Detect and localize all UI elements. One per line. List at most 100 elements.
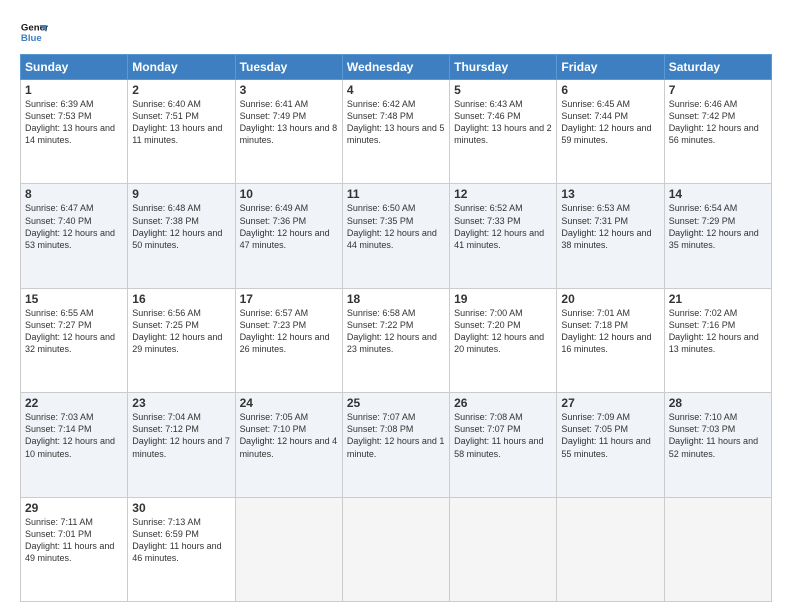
day-info: Sunrise: 6:50 AMSunset: 7:35 PMDaylight:… (347, 202, 445, 251)
day-number: 16 (132, 292, 230, 306)
day-number: 5 (454, 83, 552, 97)
calendar-cell: 7Sunrise: 6:46 AMSunset: 7:42 PMDaylight… (664, 80, 771, 184)
calendar-cell: 9Sunrise: 6:48 AMSunset: 7:38 PMDaylight… (128, 184, 235, 288)
calendar-week-row: 22Sunrise: 7:03 AMSunset: 7:14 PMDayligh… (21, 393, 772, 497)
day-number: 25 (347, 396, 445, 410)
calendar-table: SundayMondayTuesdayWednesdayThursdayFrid… (20, 54, 772, 602)
day-info: Sunrise: 6:42 AMSunset: 7:48 PMDaylight:… (347, 98, 445, 147)
calendar-cell: 6Sunrise: 6:45 AMSunset: 7:44 PMDaylight… (557, 80, 664, 184)
calendar-cell: 30Sunrise: 7:13 AMSunset: 6:59 PMDayligh… (128, 497, 235, 601)
calendar-cell: 20Sunrise: 7:01 AMSunset: 7:18 PMDayligh… (557, 288, 664, 392)
weekday-header-monday: Monday (128, 55, 235, 80)
svg-text:Blue: Blue (21, 33, 42, 44)
day-info: Sunrise: 7:05 AMSunset: 7:10 PMDaylight:… (240, 411, 338, 460)
calendar-cell: 3Sunrise: 6:41 AMSunset: 7:49 PMDaylight… (235, 80, 342, 184)
day-number: 4 (347, 83, 445, 97)
day-number: 2 (132, 83, 230, 97)
day-number: 23 (132, 396, 230, 410)
calendar-cell (450, 497, 557, 601)
weekday-header-sunday: Sunday (21, 55, 128, 80)
day-number: 8 (25, 187, 123, 201)
calendar-cell: 25Sunrise: 7:07 AMSunset: 7:08 PMDayligh… (342, 393, 449, 497)
day-info: Sunrise: 7:01 AMSunset: 7:18 PMDaylight:… (561, 307, 659, 356)
weekday-header-friday: Friday (557, 55, 664, 80)
calendar-cell (235, 497, 342, 601)
day-number: 3 (240, 83, 338, 97)
calendar-cell: 12Sunrise: 6:52 AMSunset: 7:33 PMDayligh… (450, 184, 557, 288)
day-info: Sunrise: 6:54 AMSunset: 7:29 PMDaylight:… (669, 202, 767, 251)
day-info: Sunrise: 7:02 AMSunset: 7:16 PMDaylight:… (669, 307, 767, 356)
day-number: 20 (561, 292, 659, 306)
calendar-cell (664, 497, 771, 601)
weekday-header-thursday: Thursday (450, 55, 557, 80)
calendar-cell: 16Sunrise: 6:56 AMSunset: 7:25 PMDayligh… (128, 288, 235, 392)
weekday-header-row: SundayMondayTuesdayWednesdayThursdayFrid… (21, 55, 772, 80)
day-number: 18 (347, 292, 445, 306)
day-number: 14 (669, 187, 767, 201)
day-info: Sunrise: 6:46 AMSunset: 7:42 PMDaylight:… (669, 98, 767, 147)
logo-icon: General Blue (20, 18, 48, 46)
day-info: Sunrise: 6:45 AMSunset: 7:44 PMDaylight:… (561, 98, 659, 147)
calendar-week-row: 29Sunrise: 7:11 AMSunset: 7:01 PMDayligh… (21, 497, 772, 601)
calendar-cell: 4Sunrise: 6:42 AMSunset: 7:48 PMDaylight… (342, 80, 449, 184)
calendar-cell (342, 497, 449, 601)
day-number: 1 (25, 83, 123, 97)
day-info: Sunrise: 6:55 AMSunset: 7:27 PMDaylight:… (25, 307, 123, 356)
day-info: Sunrise: 6:47 AMSunset: 7:40 PMDaylight:… (25, 202, 123, 251)
calendar-cell: 22Sunrise: 7:03 AMSunset: 7:14 PMDayligh… (21, 393, 128, 497)
calendar-cell: 5Sunrise: 6:43 AMSunset: 7:46 PMDaylight… (450, 80, 557, 184)
day-number: 26 (454, 396, 552, 410)
calendar-cell: 26Sunrise: 7:08 AMSunset: 7:07 PMDayligh… (450, 393, 557, 497)
calendar-cell: 18Sunrise: 6:58 AMSunset: 7:22 PMDayligh… (342, 288, 449, 392)
day-info: Sunrise: 7:09 AMSunset: 7:05 PMDaylight:… (561, 411, 659, 460)
calendar-cell: 28Sunrise: 7:10 AMSunset: 7:03 PMDayligh… (664, 393, 771, 497)
header: General Blue (20, 18, 772, 46)
day-info: Sunrise: 6:43 AMSunset: 7:46 PMDaylight:… (454, 98, 552, 147)
calendar-cell: 13Sunrise: 6:53 AMSunset: 7:31 PMDayligh… (557, 184, 664, 288)
day-info: Sunrise: 6:40 AMSunset: 7:51 PMDaylight:… (132, 98, 230, 147)
day-number: 17 (240, 292, 338, 306)
day-number: 19 (454, 292, 552, 306)
day-info: Sunrise: 6:58 AMSunset: 7:22 PMDaylight:… (347, 307, 445, 356)
calendar-cell: 27Sunrise: 7:09 AMSunset: 7:05 PMDayligh… (557, 393, 664, 497)
weekday-header-saturday: Saturday (664, 55, 771, 80)
calendar-cell: 23Sunrise: 7:04 AMSunset: 7:12 PMDayligh… (128, 393, 235, 497)
calendar-cell: 2Sunrise: 6:40 AMSunset: 7:51 PMDaylight… (128, 80, 235, 184)
calendar-week-row: 15Sunrise: 6:55 AMSunset: 7:27 PMDayligh… (21, 288, 772, 392)
day-info: Sunrise: 6:53 AMSunset: 7:31 PMDaylight:… (561, 202, 659, 251)
day-info: Sunrise: 6:41 AMSunset: 7:49 PMDaylight:… (240, 98, 338, 147)
day-info: Sunrise: 7:10 AMSunset: 7:03 PMDaylight:… (669, 411, 767, 460)
day-info: Sunrise: 6:49 AMSunset: 7:36 PMDaylight:… (240, 202, 338, 251)
day-number: 28 (669, 396, 767, 410)
calendar-cell: 10Sunrise: 6:49 AMSunset: 7:36 PMDayligh… (235, 184, 342, 288)
day-info: Sunrise: 7:07 AMSunset: 7:08 PMDaylight:… (347, 411, 445, 460)
day-info: Sunrise: 7:04 AMSunset: 7:12 PMDaylight:… (132, 411, 230, 460)
calendar-cell (557, 497, 664, 601)
calendar-cell: 17Sunrise: 6:57 AMSunset: 7:23 PMDayligh… (235, 288, 342, 392)
day-info: Sunrise: 6:48 AMSunset: 7:38 PMDaylight:… (132, 202, 230, 251)
day-number: 9 (132, 187, 230, 201)
day-number: 27 (561, 396, 659, 410)
calendar-page: General Blue SundayMondayTuesdayWednesda… (0, 0, 792, 612)
day-info: Sunrise: 6:52 AMSunset: 7:33 PMDaylight:… (454, 202, 552, 251)
calendar-week-row: 1Sunrise: 6:39 AMSunset: 7:53 PMDaylight… (21, 80, 772, 184)
day-number: 30 (132, 501, 230, 515)
calendar-cell: 29Sunrise: 7:11 AMSunset: 7:01 PMDayligh… (21, 497, 128, 601)
day-info: Sunrise: 7:00 AMSunset: 7:20 PMDaylight:… (454, 307, 552, 356)
calendar-cell: 21Sunrise: 7:02 AMSunset: 7:16 PMDayligh… (664, 288, 771, 392)
logo: General Blue (20, 18, 52, 46)
day-number: 6 (561, 83, 659, 97)
day-number: 7 (669, 83, 767, 97)
day-number: 29 (25, 501, 123, 515)
calendar-cell: 11Sunrise: 6:50 AMSunset: 7:35 PMDayligh… (342, 184, 449, 288)
day-number: 11 (347, 187, 445, 201)
weekday-header-tuesday: Tuesday (235, 55, 342, 80)
calendar-cell: 19Sunrise: 7:00 AMSunset: 7:20 PMDayligh… (450, 288, 557, 392)
day-info: Sunrise: 6:57 AMSunset: 7:23 PMDaylight:… (240, 307, 338, 356)
day-info: Sunrise: 7:13 AMSunset: 6:59 PMDaylight:… (132, 516, 230, 565)
calendar-cell: 24Sunrise: 7:05 AMSunset: 7:10 PMDayligh… (235, 393, 342, 497)
weekday-header-wednesday: Wednesday (342, 55, 449, 80)
day-info: Sunrise: 6:39 AMSunset: 7:53 PMDaylight:… (25, 98, 123, 147)
calendar-cell: 15Sunrise: 6:55 AMSunset: 7:27 PMDayligh… (21, 288, 128, 392)
calendar-cell: 8Sunrise: 6:47 AMSunset: 7:40 PMDaylight… (21, 184, 128, 288)
